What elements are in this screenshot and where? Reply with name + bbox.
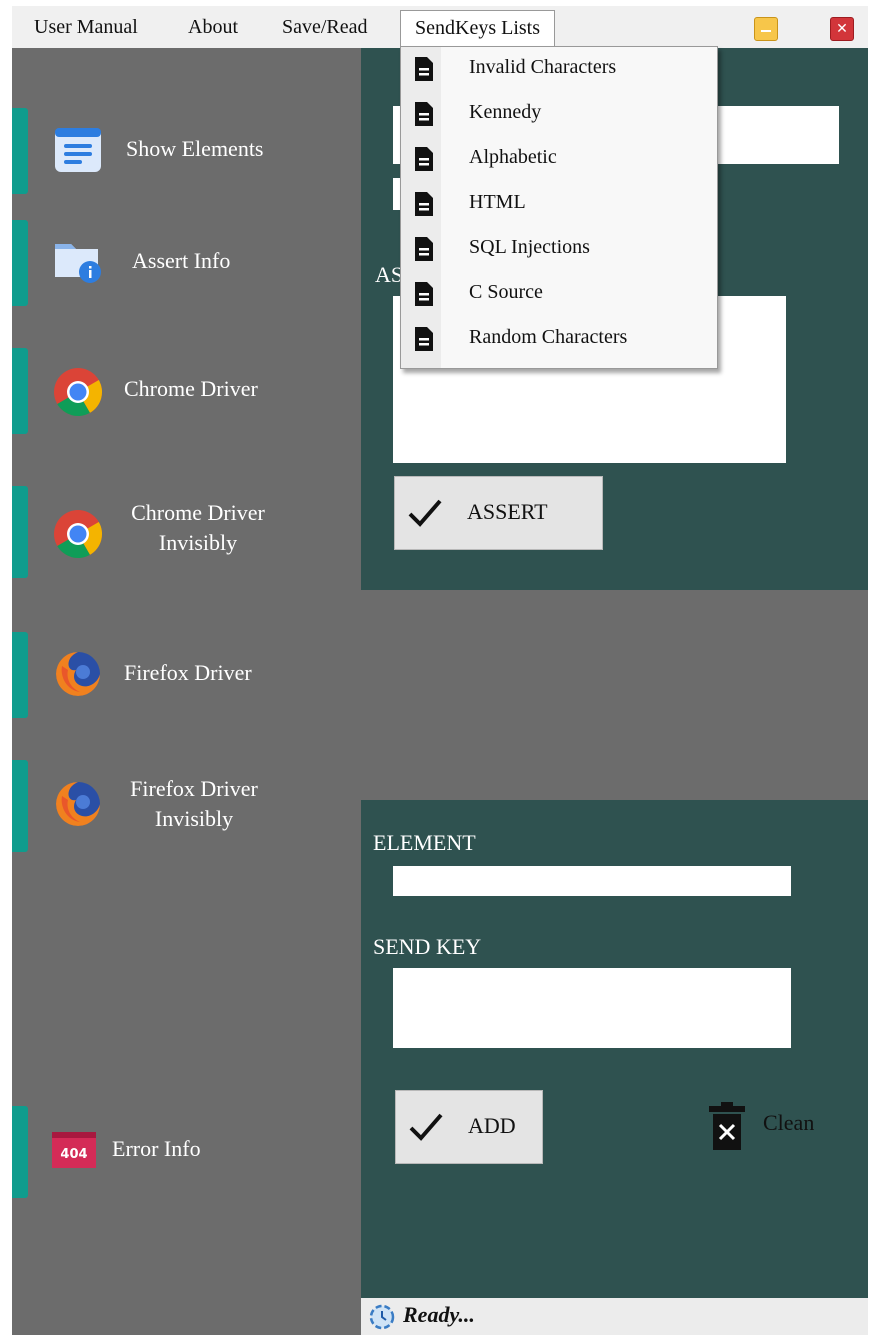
document-list-icon	[55, 128, 101, 172]
folder-info-icon	[55, 244, 101, 283]
checkmark-icon	[409, 1113, 443, 1141]
element-panel: ELEMENT SEND KEY ADD Clean	[361, 800, 868, 1298]
clean-label: Clean	[763, 1110, 815, 1135]
close-button[interactable]: ✕	[830, 17, 854, 41]
chrome-icon	[54, 368, 103, 417]
sidebar-item-label: Assert Info	[132, 248, 231, 273]
sidebar-item-label: Chrome Driver	[124, 376, 258, 401]
add-button[interactable]: ADD	[395, 1090, 543, 1164]
dropdown-item-kennedy[interactable]: Kennedy	[401, 92, 717, 137]
sidebar-item-indicator	[12, 632, 28, 718]
sidebar-item-show-elements[interactable]: Show Elements	[12, 108, 361, 194]
document-icon	[415, 147, 433, 171]
dropdown-item-label: C Source	[469, 281, 543, 303]
sidebar-item-indicator	[12, 486, 28, 578]
document-icon	[415, 282, 433, 306]
document-icon	[415, 237, 433, 261]
menu-save-read[interactable]: Save/Read	[282, 6, 368, 48]
clean-button[interactable]: Clean	[709, 1100, 839, 1160]
sidebar-item-indicator	[12, 220, 28, 306]
menu-sendkeys-lists[interactable]: SendKeys Lists	[400, 10, 555, 47]
dropdown-item-label: SQL Injections	[469, 236, 590, 258]
send-key-input[interactable]	[393, 968, 791, 1048]
sidebar-item-indicator	[12, 760, 28, 852]
dropdown-item-html[interactable]: HTML	[401, 182, 717, 227]
close-icon: ✕	[836, 21, 848, 37]
sidebar-item-label: Chrome Driver Invisibly	[118, 498, 278, 558]
document-icon	[415, 102, 433, 126]
app-window: User Manual About Save/Read SendKeys Lis…	[12, 6, 868, 1335]
add-button-label: ADD	[468, 1113, 516, 1138]
status-text: Ready...	[403, 1302, 475, 1327]
sidebar: Show Elements Assert Info Chrome Driver …	[12, 48, 361, 1335]
document-icon	[415, 57, 433, 81]
dropdown-item-sql-injections[interactable]: SQL Injections	[401, 227, 717, 272]
sidebar-item-indicator	[12, 348, 28, 434]
dropdown-item-label: Kennedy	[469, 101, 542, 123]
document-icon	[415, 192, 433, 216]
sidebar-item-chrome-driver[interactable]: Chrome Driver	[12, 348, 361, 434]
firefox-icon	[56, 652, 100, 696]
dropdown-item-random-characters[interactable]: Random Characters	[401, 317, 717, 362]
sidebar-item-firefox-driver-invisibly[interactable]: Firefox Driver Invisibly	[12, 760, 361, 852]
assert-label: AS	[375, 262, 404, 287]
chrome-icon	[54, 510, 103, 559]
trash-icon	[709, 1102, 745, 1150]
minimize-button[interactable]	[754, 17, 778, 41]
sidebar-item-label: Show Elements	[126, 136, 264, 161]
assert-button[interactable]: ASSERT	[394, 476, 603, 550]
sidebar-item-firefox-driver[interactable]: Firefox Driver	[12, 632, 361, 718]
svg-text:404: 404	[60, 1147, 87, 1162]
dropdown-item-label: Invalid Characters	[469, 56, 617, 78]
sidebar-item-indicator	[12, 108, 28, 194]
send-key-label: SEND KEY	[373, 934, 482, 959]
checkmark-icon	[408, 499, 442, 527]
element-input[interactable]	[393, 866, 791, 896]
menubar: User Manual About Save/Read SendKeys Lis…	[12, 6, 868, 48]
sidebar-item-label: Firefox Driver	[124, 660, 252, 685]
label-line-1: Firefox Driver	[130, 776, 258, 801]
error-404-icon: 404	[52, 1132, 96, 1168]
dropdown-item-c-source[interactable]: C Source	[401, 272, 717, 317]
dropdown-item-label: HTML	[469, 191, 526, 213]
element-label: ELEMENT	[373, 830, 476, 855]
menu-user-manual[interactable]: User Manual	[34, 6, 138, 48]
sidebar-item-label: Error Info	[112, 1136, 201, 1161]
sidebar-item-assert-info[interactable]: Assert Info	[12, 220, 361, 306]
document-icon	[415, 327, 433, 351]
sidebar-item-indicator	[12, 1106, 28, 1198]
status-bar: Ready...	[361, 1298, 868, 1335]
label-line-2: Invisibly	[158, 530, 238, 555]
sidebar-item-chrome-driver-invisibly[interactable]: Chrome Driver Invisibly	[12, 486, 361, 578]
clock-icon	[369, 1304, 395, 1330]
dropdown-item-alphabetic[interactable]: Alphabetic	[401, 137, 717, 182]
dropdown-item-label: Random Characters	[469, 326, 628, 348]
sendkeys-dropdown-menu: Invalid Characters Kennedy Alphabetic HT…	[400, 46, 718, 369]
sidebar-item-error-info[interactable]: 404 Error Info	[12, 1106, 361, 1198]
sidebar-item-label: Firefox Driver Invisibly	[114, 774, 274, 834]
dropdown-item-label: Alphabetic	[469, 146, 557, 168]
label-line-1: Chrome Driver	[131, 500, 265, 525]
firefox-icon	[56, 782, 100, 826]
assert-button-label: ASSERT	[467, 499, 548, 524]
label-line-2: Invisibly	[154, 806, 234, 831]
dropdown-item-invalid-characters[interactable]: Invalid Characters	[401, 47, 717, 92]
menu-about[interactable]: About	[188, 6, 238, 48]
